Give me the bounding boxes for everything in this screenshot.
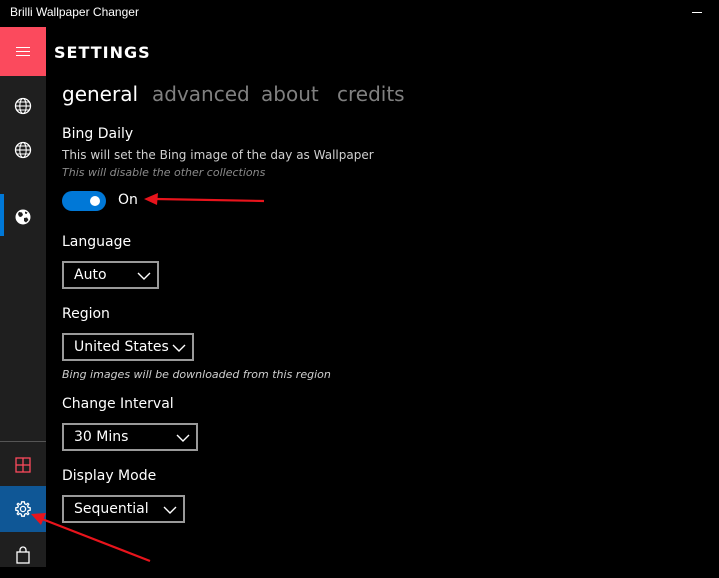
tab-about[interactable]: about <box>261 82 319 106</box>
arrow-to-toggle <box>144 193 265 205</box>
globe-icon <box>14 141 32 159</box>
change-interval-value: 30 Mins <box>74 429 129 445</box>
toggle-knob <box>90 196 100 206</box>
bing-daily-note: This will disable the other collections <box>62 166 266 179</box>
window-title: Brilli Wallpaper Changer <box>10 5 139 19</box>
change-interval-dropdown[interactable]: 30 Mins <box>62 423 198 451</box>
sidebar-item-collection-1[interactable] <box>0 83 46 129</box>
display-mode-dropdown[interactable]: Sequential <box>62 495 185 523</box>
hamburger-icon <box>16 46 30 57</box>
sidebar-item-settings[interactable] <box>0 486 46 532</box>
chevron-down-icon <box>137 272 151 280</box>
hamburger-menu-button[interactable] <box>0 27 46 76</box>
region-dropdown[interactable]: United States <box>62 333 194 361</box>
tab-advanced[interactable]: advanced <box>152 82 250 106</box>
minimize-button[interactable] <box>692 5 704 19</box>
globe-icon <box>14 97 32 115</box>
bing-daily-toggle-state: On <box>118 192 138 208</box>
sidebar-item-tiles[interactable] <box>0 442 46 488</box>
region-value: United States <box>74 339 169 355</box>
tab-credits[interactable]: credits <box>337 82 405 106</box>
change-interval-label: Change Interval <box>62 396 174 412</box>
tiles-icon <box>15 457 31 473</box>
language-value: Auto <box>74 267 107 283</box>
tab-general[interactable]: general <box>62 82 138 106</box>
display-mode-value: Sequential <box>74 501 149 517</box>
gear-icon <box>15 501 31 517</box>
display-mode-label: Display Mode <box>62 468 157 484</box>
chevron-down-icon <box>172 344 186 352</box>
earth-icon <box>15 209 31 225</box>
sidebar-item-collection-2[interactable] <box>0 127 46 173</box>
language-dropdown[interactable]: Auto <box>62 261 159 289</box>
shopping-bag-icon <box>16 546 30 564</box>
region-note: Bing images will be downloaded from this… <box>62 368 331 381</box>
region-label: Region <box>62 306 110 322</box>
sidebar <box>0 27 46 567</box>
chevron-down-icon <box>176 434 190 442</box>
language-label: Language <box>62 234 132 250</box>
selection-indicator <box>0 194 4 236</box>
chevron-down-icon <box>163 506 177 514</box>
title-bar: Brilli Wallpaper Changer <box>0 0 719 27</box>
sidebar-item-store[interactable] <box>0 532 46 578</box>
bing-daily-description: This will set the Bing image of the day … <box>62 148 374 162</box>
page-title: SETTINGS <box>54 43 151 62</box>
bing-daily-toggle[interactable] <box>62 191 106 211</box>
bing-daily-label: Bing Daily <box>62 126 134 142</box>
sidebar-item-bing[interactable] <box>0 194 46 240</box>
